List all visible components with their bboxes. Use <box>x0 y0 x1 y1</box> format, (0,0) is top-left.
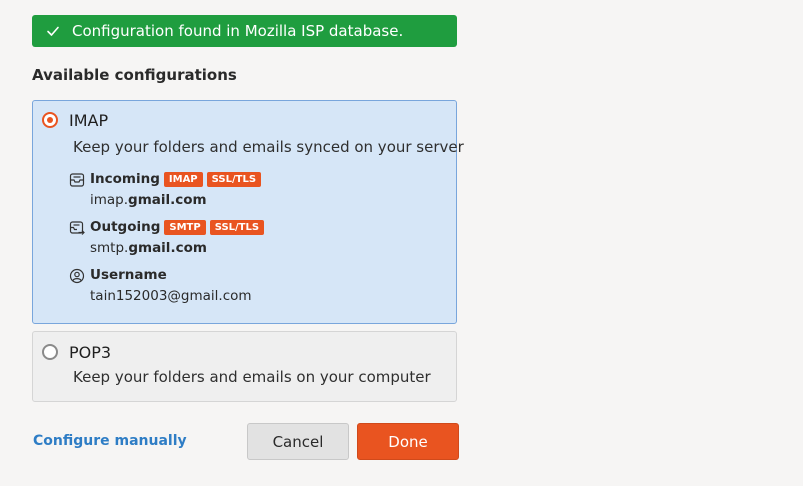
imap-config-option[interactable]: IMAP Keep your folders and emails synced… <box>32 100 464 324</box>
pop3-title: POP3 <box>69 343 112 362</box>
banner-text: Configuration found in Mozilla ISP datab… <box>72 22 404 40</box>
imap-radio[interactable] <box>42 112 58 128</box>
username-value: tain152003@gmail.com <box>90 288 252 304</box>
outgoing-protocol-badge: SMTP <box>164 219 206 235</box>
outgoing-label: Outgoing <box>90 219 161 235</box>
user-icon <box>69 268 85 284</box>
incoming-host: imap.gmail.com <box>90 192 207 208</box>
account-setup-panel: Configuration found in Mozilla ISP datab… <box>0 0 803 486</box>
pop3-radio[interactable] <box>42 344 58 360</box>
pop3-config-option[interactable]: POP3 Keep your folders and emails on you… <box>32 331 457 402</box>
configure-manually-link[interactable]: Configure manually <box>33 433 187 449</box>
outgoing-host: smtp.gmail.com <box>90 240 207 256</box>
imap-description: Keep your folders and emails synced on y… <box>73 138 464 156</box>
pop3-description: Keep your folders and emails on your com… <box>73 368 431 386</box>
checkmark-icon <box>46 24 60 38</box>
inbox-icon <box>69 172 85 188</box>
section-title: Available configurations <box>32 66 237 84</box>
username-label: Username <box>90 267 167 283</box>
outbox-icon <box>69 220 85 236</box>
incoming-protocol-badge: IMAP <box>163 171 203 187</box>
success-banner: Configuration found in Mozilla ISP datab… <box>32 15 457 47</box>
cancel-button[interactable]: Cancel <box>247 423 349 460</box>
outgoing-security-badge: SSL/TLS <box>209 219 265 235</box>
imap-title: IMAP <box>69 111 109 130</box>
done-button[interactable]: Done <box>357 423 459 460</box>
incoming-label: Incoming <box>90 171 160 187</box>
incoming-security-badge: SSL/TLS <box>206 171 262 187</box>
